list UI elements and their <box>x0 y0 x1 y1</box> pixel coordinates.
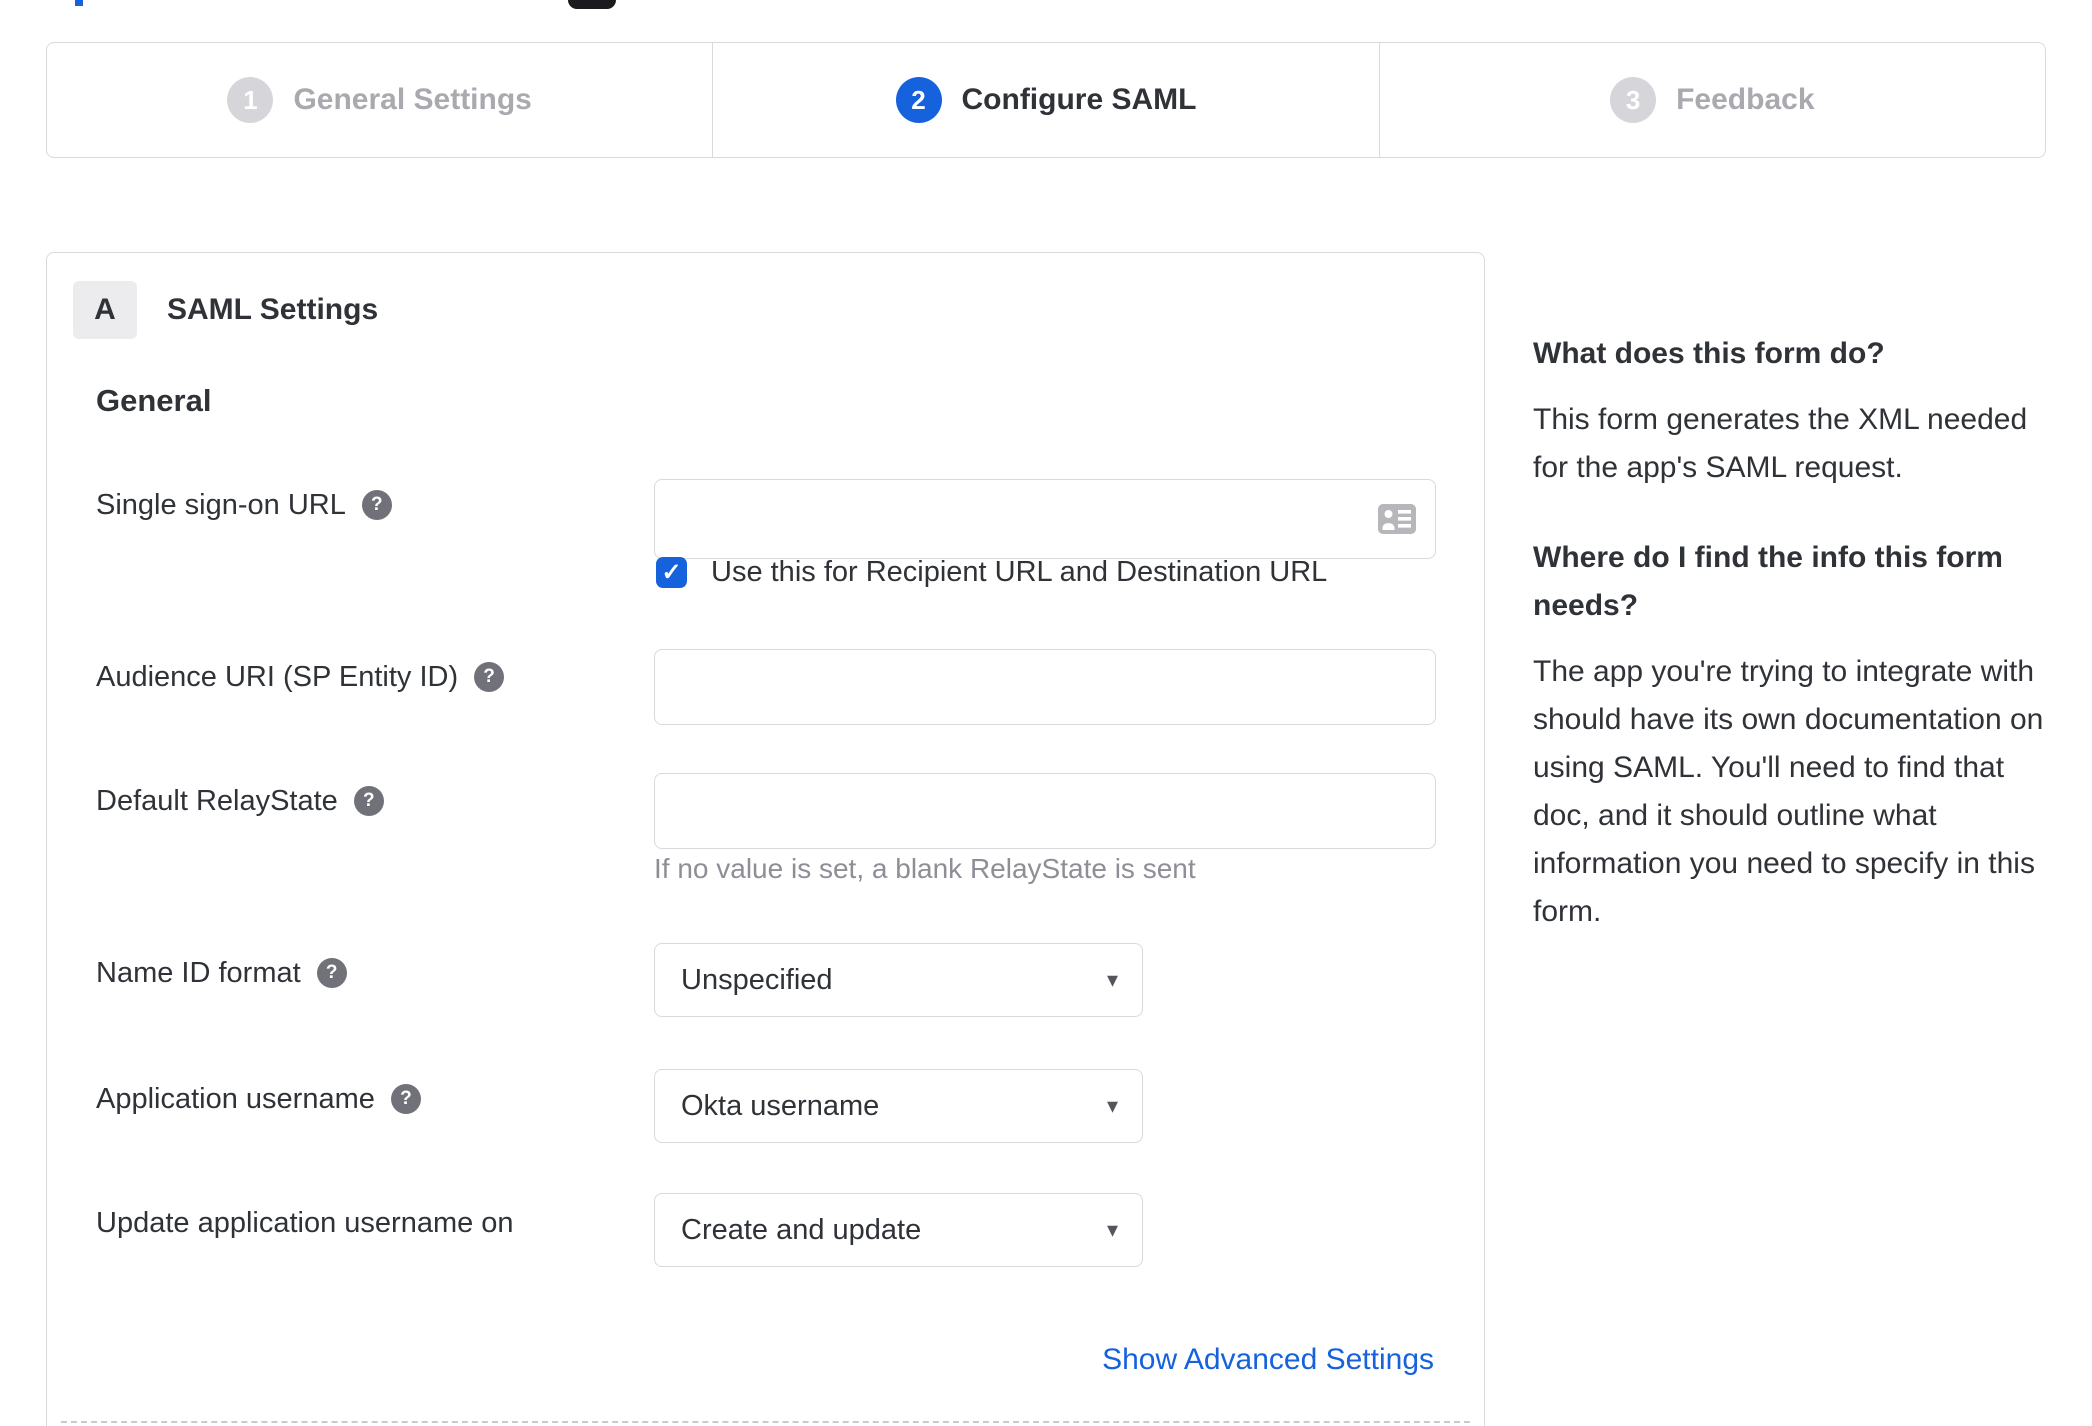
relaystate-helper-text: If no value is set, a blank RelayState i… <box>654 853 1196 884</box>
section-a-badge: A <box>73 281 137 339</box>
checkmark-icon: ✓ <box>661 559 682 586</box>
audience-uri-help-icon[interactable]: ? <box>474 662 505 692</box>
general-heading: General <box>96 383 212 418</box>
panel-header: A SAML Settings <box>73 281 378 339</box>
name-id-format-value: Unspecified <box>681 963 833 996</box>
application-username-value: Okta username <box>681 1089 880 1122</box>
caret-down-icon: ▾ <box>1106 967 1118 992</box>
recipient-url-checkbox-label: Use this for Recipient URL and Destinati… <box>711 556 1328 588</box>
relaystate-help-icon[interactable]: ? <box>353 786 384 816</box>
audience-uri-label: Audience URI (SP Entity ID) ? <box>96 657 505 697</box>
step-1-circle: 1 <box>227 77 274 123</box>
step-1-label: General Settings <box>293 83 532 116</box>
wizard-stepper: 1 General Settings 2 Configure SAML 3 Fe… <box>46 42 2046 158</box>
relaystate-input[interactable] <box>654 773 1436 849</box>
recipient-url-checkbox[interactable]: ✓ <box>656 557 687 588</box>
step-2-circle: 2 <box>895 77 942 123</box>
saml-settings-panel: A SAML Settings General Single sign-on U… <box>46 252 1485 1426</box>
step-general-settings[interactable]: 1 General Settings <box>47 43 712 157</box>
name-id-format-help-icon[interactable]: ? <box>316 958 347 988</box>
sso-url-input[interactable] <box>654 479 1436 559</box>
application-username-help-icon[interactable]: ? <box>390 1084 421 1114</box>
name-id-format-select[interactable]: Unspecified ▾ <box>654 943 1143 1017</box>
caret-down-icon: ▾ <box>1106 1093 1118 1118</box>
recipient-url-checkbox-row: ✓ Use this for Recipient URL and Destina… <box>656 556 1327 589</box>
application-username-select[interactable]: Okta username ▾ <box>654 1069 1143 1143</box>
cutoff-black-fragment <box>568 0 616 9</box>
name-id-format-label: Name ID format ? <box>96 953 347 993</box>
update-username-select[interactable]: Create and update ▾ <box>654 1193 1143 1267</box>
step-feedback[interactable]: 3 Feedback <box>1378 43 2045 157</box>
step-configure-saml[interactable]: 2 Configure SAML <box>712 43 1378 157</box>
help-answer-1: This form generates the XML needed for t… <box>1533 403 2028 484</box>
help-sidebar: What does this form do? This form genera… <box>1533 330 2049 978</box>
show-advanced-settings-link[interactable]: Show Advanced Settings <box>1102 1343 1434 1377</box>
sso-url-input-wrap <box>654 479 1436 559</box>
relaystate-input-wrap <box>654 773 1436 849</box>
sso-url-help-icon[interactable]: ? <box>361 490 392 520</box>
application-username-label: Application username ? <box>96 1079 421 1119</box>
section-title: SAML Settings <box>167 293 379 326</box>
step-3-label: Feedback <box>1676 83 1815 116</box>
audience-uri-input[interactable] <box>654 649 1436 725</box>
section-dashed-separator <box>61 1421 1470 1423</box>
sso-url-label: Single sign-on URL ? <box>96 485 392 525</box>
relaystate-label: Default RelayState ? <box>96 781 384 821</box>
step-2-label: Configure SAML <box>961 83 1197 116</box>
contact-card-icon <box>1378 504 1416 534</box>
step-3-circle: 3 <box>1610 77 1657 123</box>
cutoff-blue-fragment <box>75 0 83 6</box>
help-answer-2: The app you're trying to integrate with … <box>1533 655 2044 928</box>
help-question-2: Where do I find the info this form needs… <box>1533 541 2003 622</box>
help-question-1: What does this form do? <box>1533 337 1885 370</box>
update-username-value: Create and update <box>681 1213 922 1246</box>
update-username-label: Update application username on <box>96 1206 514 1239</box>
audience-uri-input-wrap <box>654 649 1436 725</box>
caret-down-icon: ▾ <box>1106 1217 1118 1242</box>
